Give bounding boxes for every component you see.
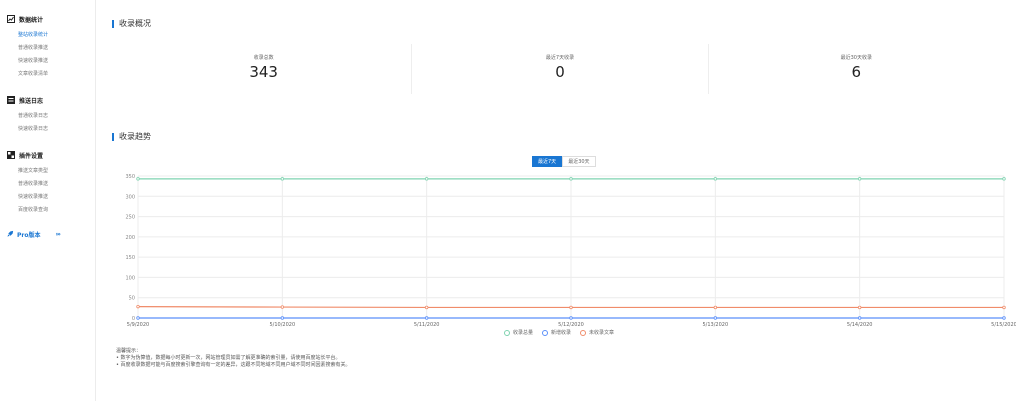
- sidebar-group: 推送日志普通收录日志 快速收录日志: [0, 94, 95, 136]
- y-tick-label: 250: [125, 215, 135, 221]
- tips-title: 温馨提示：: [116, 348, 142, 354]
- sidebar-item[interactable]: 快速收录日志: [0, 123, 95, 136]
- chart-legend: 收录总量 新增收录 未收录文章: [504, 329, 623, 336]
- triple-chevron-icon: ›››: [55, 231, 61, 238]
- sidebar-group-title: 插件设置: [0, 149, 95, 161]
- data-point: [857, 316, 862, 320]
- data-point: [1002, 177, 1006, 181]
- range-tabs: 最近7天 最近30天: [532, 156, 596, 167]
- x-tick-label: 5/15/2020: [991, 322, 1016, 328]
- sidebar-item[interactable]: 百度收录查询: [0, 204, 95, 217]
- title-accent-bar: [112, 19, 114, 28]
- legend-item[interactable]: 收录总量: [504, 329, 533, 336]
- sidebar-item[interactable]: 普通收录日志: [0, 110, 95, 123]
- rocket-icon: [7, 230, 14, 239]
- tab-30days[interactable]: 最近30天: [562, 156, 596, 167]
- pro-version-label: Pro版本: [17, 232, 41, 239]
- y-tick-label: 50: [129, 296, 135, 302]
- data-point: [136, 177, 140, 181]
- y-tick-label: 350: [125, 174, 135, 180]
- stat-label: 最近30天收录: [840, 55, 872, 61]
- data-point: [136, 304, 140, 309]
- title-accent-bar: [112, 132, 114, 141]
- overview-title-text: 收录概况: [119, 19, 151, 28]
- sidebar: 数据统计整站收录统计 普通收录推送 快速收录推送 文章收录清单推送日志普通收录日志 快速…: [0, 0, 96, 401]
- stat-value: 343: [249, 63, 278, 81]
- tips-line: • 数字为伪算值，数据每小时更新一次，网站管理员如需了解更准确的索引量，请使用百…: [116, 355, 341, 361]
- data-point: [280, 316, 285, 320]
- sidebar-group-label: 推送日志: [19, 97, 44, 105]
- sidebar-group: 数据统计整站收录统计 普通收录推送 快速收录推送 文章收录清单: [0, 13, 95, 81]
- data-point: [280, 305, 285, 309]
- legend-label: 未收录文章: [589, 330, 615, 336]
- y-tick-label: 200: [125, 235, 135, 241]
- sidebar-item[interactable]: 普通收录推送: [0, 178, 95, 191]
- data-point: [857, 305, 862, 310]
- tips: 温馨提示： • 数字为伪算值，数据每小时更新一次，网站管理员如需了解更准确的索引…: [116, 348, 351, 369]
- data-point: [569, 177, 573, 181]
- legend-item[interactable]: 未收录文章: [580, 329, 614, 336]
- stats-row: 收录总数 343 最近7天收录 0 最近30天收录 6: [116, 44, 1004, 94]
- sidebar-item[interactable]: 整站收录统计: [0, 29, 95, 42]
- x-tick-label: 5/12/2020: [558, 322, 584, 328]
- pro-version-link[interactable]: Pro版本 ›››: [0, 230, 95, 239]
- data-point: [424, 305, 429, 310]
- main-panel: 收录概况 收录总数 343 最近7天收录 0 最近30天收录 6 收录趋势 最近…: [96, 0, 1024, 401]
- data-point: [1002, 316, 1006, 320]
- data-point: [713, 316, 718, 320]
- stat-30days: 最近30天收录 6: [709, 44, 1004, 94]
- chart-icon: [7, 15, 15, 23]
- y-tick-label: 300: [125, 194, 135, 200]
- legend-item[interactable]: 新增收录: [542, 329, 571, 336]
- settings-icon: [7, 151, 15, 159]
- stat-value: 0: [555, 63, 565, 81]
- x-tick-label: 5/14/2020: [847, 322, 873, 328]
- sidebar-group: 插件设置推送文章类型 普通收录推送 快速收录推送 百度收录查询: [0, 149, 95, 217]
- x-tick-label: 5/10/2020: [270, 322, 296, 328]
- trend-chart: 0501001502002503003505/9/2020 5/10/2020 5/…: [125, 174, 1016, 328]
- data-point: [136, 316, 140, 320]
- sidebar-group-label: 数据统计: [19, 16, 44, 24]
- legend-marker-icon: [580, 329, 587, 336]
- stat-value: 6: [851, 63, 862, 81]
- sidebar-item[interactable]: 快速收录推送: [0, 55, 95, 68]
- data-point: [857, 177, 862, 181]
- sidebar-item[interactable]: 快速收录推送: [0, 191, 95, 204]
- sidebar-item[interactable]: 普通收录推送: [0, 42, 95, 55]
- tips-line: • 百度收录数据可能与百度搜索引擎查询有一定的差异，这跟不同地域不同用户域不同时…: [116, 362, 351, 368]
- sidebar-group-title: 数据统计: [0, 13, 95, 25]
- legend-marker-icon: [542, 329, 549, 336]
- data-point: [424, 316, 429, 320]
- app: 数据统计整站收录统计 普通收录推送 快速收录推送 文章收录清单推送日志普通收录日志 快速…: [0, 0, 1024, 401]
- legend-label: 新增收录: [551, 330, 572, 336]
- trend-title-text: 收录趋势: [119, 132, 151, 141]
- data-point: [713, 305, 718, 310]
- sidebar-item[interactable]: 文章收录清单: [0, 68, 95, 81]
- data-point: [569, 316, 573, 320]
- stat-label: 收录总数: [253, 55, 274, 61]
- data-point: [569, 305, 573, 310]
- data-point: [424, 177, 429, 181]
- trend-title: 收录趋势: [112, 131, 151, 142]
- x-tick-label: 5/13/2020: [703, 322, 729, 328]
- sidebar-group-title: 推送日志: [0, 94, 95, 106]
- sidebar-item[interactable]: 推送文章类型: [0, 165, 95, 178]
- stat-label: 最近7天收录: [545, 55, 575, 61]
- legend-label: 收录总量: [513, 330, 534, 336]
- overview-title: 收录概况: [112, 18, 151, 29]
- y-tick-label: 100: [125, 275, 135, 281]
- stat-7days: 最近7天收录 0: [412, 44, 709, 94]
- x-tick-label: 5/11/2020: [414, 322, 440, 328]
- stat-total: 收录总数 343: [116, 44, 413, 94]
- legend-marker-icon: [504, 329, 510, 336]
- x-tick-label: 5/9/2020: [127, 322, 149, 328]
- data-point: [1002, 305, 1006, 310]
- sidebar-group-label: 插件设置: [19, 152, 44, 160]
- tab-7days[interactable]: 最近7天: [532, 156, 563, 167]
- data-point: [280, 177, 285, 181]
- data-point: [713, 177, 718, 181]
- log-icon: [7, 96, 15, 104]
- y-tick-label: 150: [125, 255, 135, 261]
